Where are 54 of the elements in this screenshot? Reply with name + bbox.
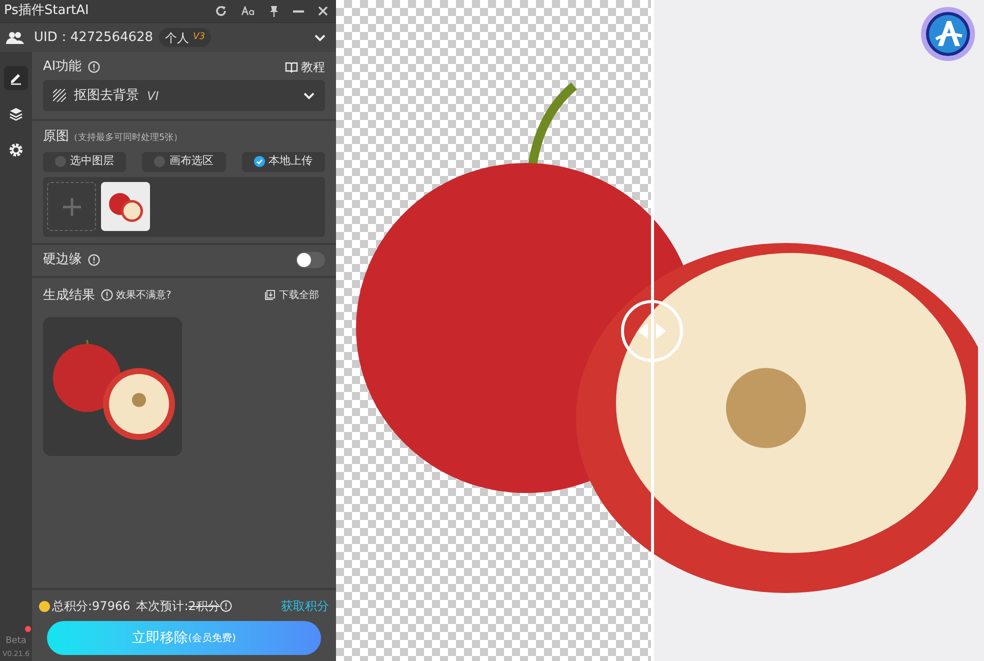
minimize-icon[interactable] [293,10,304,12]
sidebar-tab[interactable] [4,66,28,90]
tutorial-link[interactable]: 教程 [285,58,325,76]
section-title: 原图 [43,128,69,146]
refresh-icon[interactable] [215,5,227,17]
source-option[interactable]: 画布选区 [142,152,226,172]
pencil-icon [9,71,23,85]
coin-icon [39,600,50,612]
hint-text: （支持最多可同时处理5张） [69,132,183,145]
section-title: AI功能 [43,58,82,76]
hard-edge-toggle[interactable] [296,252,325,268]
download-icon [265,290,275,300]
settings-icon [9,143,23,157]
plan-name: 个人 [165,30,190,46]
download-all-link[interactable]: 下载全部 [265,288,319,303]
get-points-link[interactable]: 获取积分 [281,597,329,615]
function-dropdown[interactable]: 抠图去背景 VI [43,80,325,111]
checked-radio-icon [254,156,265,167]
feedback-link[interactable]: 效果不满意? [116,288,172,303]
section-title: 生成结果 [43,286,95,304]
info-icon [88,254,100,266]
source-option[interactable]: 选中图层 [43,152,126,172]
function-name: 抠图去背景 [74,86,139,105]
layers-icon [9,107,23,121]
window-title: Ps插件StartAI [4,2,89,20]
chevron-down-icon [314,34,326,42]
section-title: 硬边缘 [43,251,82,270]
radio-icon [55,156,66,167]
info-icon [220,600,232,612]
total-points: 总积分:97966 [52,598,130,615]
pin-icon[interactable] [269,5,279,17]
beta-label: Beta [6,636,26,646]
radio-icon [154,156,166,167]
estimate-value: 2积分 [188,598,220,615]
app-logo[interactable] [920,6,976,62]
estimate-label: 本次预计: [136,598,188,615]
info-icon [101,289,113,302]
arrow-right-icon [656,323,666,339]
users-icon [6,30,24,44]
compare-handle[interactable] [621,300,683,362]
plan-level: V3 [193,30,205,44]
chevron-down-icon [303,92,315,100]
font-size-icon[interactable] [241,6,255,16]
close-icon[interactable] [318,6,328,16]
book-icon [285,62,298,72]
source-option[interactable]: 本地上传 [242,152,325,172]
info-icon [88,61,100,73]
photo-placeholder[interactable] [101,182,150,231]
result-card[interactable] [43,317,182,456]
arrow-left-icon [638,323,648,339]
function-version: VI [147,88,159,104]
uid-text: UID：4272564628 [34,28,154,47]
plus-icon [62,198,80,216]
hatch-icon [53,89,66,102]
